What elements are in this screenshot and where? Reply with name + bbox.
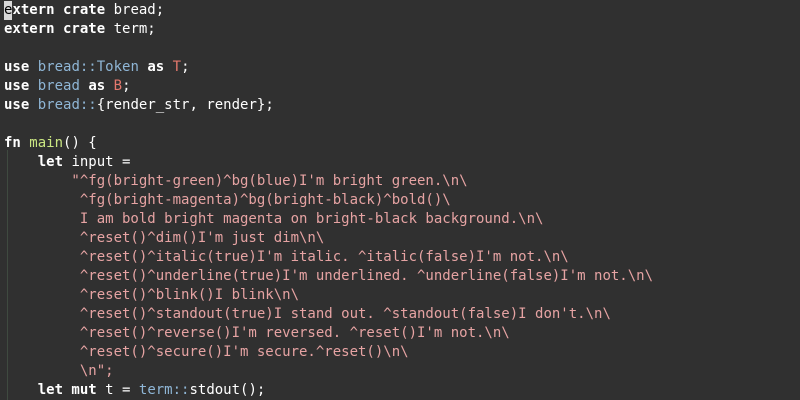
code-token: I am bold bright magenta on bright-black… (4, 211, 544, 227)
code-line[interactable]: ^reset()^blink()I blink\n\ (4, 286, 299, 305)
code-token: extern crate (4, 21, 106, 37)
code-token: ^fg(bright-magenta)^bg(bright-black)^bol… (4, 192, 451, 208)
code-line[interactable]: let mut t = term::stdout(); (4, 381, 266, 400)
code-token: input = (63, 154, 131, 170)
code-token: {render_str, render}; (96, 97, 274, 113)
code-line[interactable]: ^reset()^dim()I'm just dim\n\ (4, 229, 324, 248)
code-token: ^reset()^standout(true)I stand out. ^sta… (4, 306, 611, 322)
code-token: ^reset()^italic(true)I'm italic. ^italic… (4, 249, 569, 265)
code-line[interactable]: "^fg(bright-green)^bg(blue)I'm bright gr… (4, 172, 468, 191)
code-line[interactable]: ^reset()^italic(true)I'm italic. ^italic… (4, 248, 569, 267)
code-line[interactable]: ^reset()^secure()I'm secure.^reset()\n\ (4, 343, 409, 362)
code-line[interactable]: extern crate term; (4, 20, 156, 39)
code-token: ^reset()^reverse()I'm reversed. ^reset()… (4, 325, 510, 341)
code-line[interactable]: I am bold bright magenta on bright-black… (4, 210, 544, 229)
code-token: bread (37, 78, 80, 94)
code-token: ; (181, 59, 190, 75)
code-token: ^reset()^secure()I'm secure.^reset()\n\ (4, 344, 409, 360)
code-token: () { (63, 135, 97, 151)
code-token: T (172, 59, 182, 75)
code-line[interactable]: extern crate bread; (4, 1, 164, 20)
code-line[interactable]: fn main() { (4, 134, 97, 153)
code-line[interactable]: use bread::{render_str, render}; (4, 96, 274, 115)
code-line[interactable]: use bread::Token as T; (4, 58, 190, 77)
code-token: main (29, 135, 64, 151)
code-token: as (147, 59, 165, 75)
code-token: use (4, 59, 30, 75)
code-line[interactable]: ^fg(bright-magenta)^bg(bright-black)^bol… (4, 191, 451, 210)
code-token: xtern crate (12, 2, 106, 18)
code-token: stdout(); (189, 382, 266, 398)
code-token: term:: (138, 382, 190, 398)
code-token: ^reset()^dim()I'm just dim\n\ (4, 230, 325, 246)
code-token: t = (96, 382, 139, 398)
code-token: B (113, 78, 123, 94)
code-token: let mut (37, 382, 97, 398)
code-token: bread:: (37, 97, 97, 113)
code-token: "^fg(bright-green)^bg(blue)I'm bright gr… (4, 173, 468, 189)
code-token: ; (122, 78, 131, 94)
code-token: use (4, 97, 30, 113)
code-line[interactable]: ^reset()^standout(true)I stand out. ^sta… (4, 305, 611, 324)
code-token: Token (96, 59, 139, 75)
code-line[interactable]: ^reset()^underline(true)I'm underlined. … (4, 267, 653, 286)
code-editor[interactable]: extern crate bread; extern crate term; use… (0, 0, 800, 400)
code-token: fn (4, 135, 21, 151)
code-token: \n"; (4, 363, 114, 379)
code-token: ^reset()^blink()I blink\n\ (4, 287, 300, 303)
code-line[interactable]: \n"; (4, 362, 114, 381)
code-token: bread:: (37, 59, 97, 75)
code-line[interactable]: use bread as B; (4, 77, 131, 96)
code-token: let (37, 154, 64, 170)
code-token: bread; (105, 2, 165, 18)
code-token: use (4, 78, 30, 94)
code-token: ^reset()^underline(true)I'm underlined. … (4, 268, 654, 284)
code-line[interactable]: ^reset()^reverse()I'm reversed. ^reset()… (4, 324, 510, 343)
code-token: as (88, 78, 106, 94)
code-line[interactable]: let input = (4, 153, 131, 172)
code-token: term; (105, 21, 156, 37)
